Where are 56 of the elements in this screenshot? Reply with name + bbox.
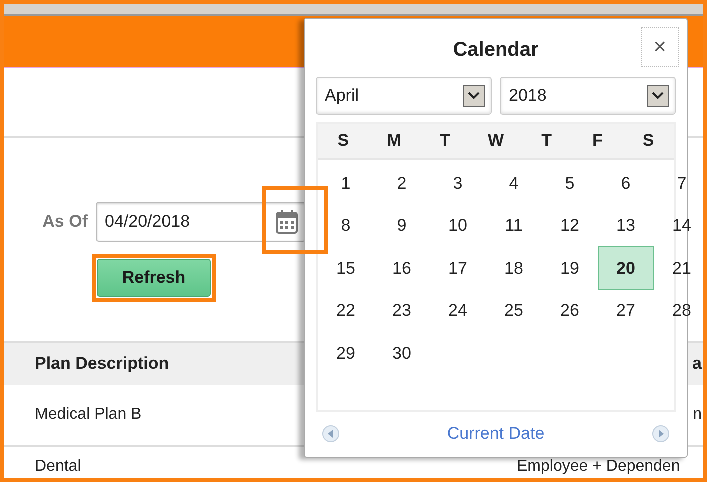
weekday-header: T — [438, 130, 452, 152]
caret-icon — [468, 92, 480, 100]
table-cell-text: Employee + Dependen — [517, 457, 682, 477]
popup-title: Calendar — [453, 39, 539, 61]
day-cell[interactable]: 21 — [654, 246, 703, 290]
day-cell[interactable]: 30 — [374, 331, 430, 376]
weekday-header: W — [486, 130, 506, 152]
day-cell[interactable]: 1 — [318, 161, 374, 206]
weekday-header: S — [642, 130, 656, 152]
day-cell[interactable]: 5 — [542, 161, 598, 206]
day-cell[interactable]: 9 — [374, 204, 430, 248]
day-cell[interactable]: 4 — [486, 161, 542, 206]
day-cell[interactable]: 11 — [486, 204, 542, 248]
day-cell[interactable]: 13 — [598, 204, 654, 248]
day-cell[interactable]: 19 — [542, 246, 598, 290]
day-cell[interactable]: 10 — [430, 204, 486, 248]
day-cell[interactable]: 6 — [598, 161, 654, 206]
table-cell-text: Dental — [35, 457, 82, 477]
caret-icon — [652, 92, 664, 100]
current-date-link[interactable]: Current Date — [447, 421, 545, 447]
day-cell[interactable]: 28 — [654, 288, 703, 333]
day-cell[interactable]: 2 — [374, 161, 430, 206]
day-cell[interactable]: 16 — [374, 246, 430, 290]
weekday-header: S — [336, 130, 350, 152]
weekday-header: T — [540, 130, 554, 152]
table-cell-text: Medical Plan B — [35, 405, 142, 425]
weekday-header: F — [592, 130, 604, 152]
column-header: Plan Description — [35, 353, 170, 376]
day-cell[interactable]: 17 — [430, 246, 486, 290]
day-cell[interactable]: 3 — [430, 161, 486, 206]
day-cell[interactable]: 14 — [654, 204, 703, 248]
column-header: a — [692, 353, 703, 376]
day-cell[interactable]: 22 — [318, 288, 374, 333]
refresh-button[interactable]: Refresh — [97, 259, 211, 297]
year-select[interactable]: 2018 — [500, 77, 676, 115]
day-cell[interactable]: 20 — [598, 246, 654, 290]
date-field[interactable]: 04/20/2018 — [96, 202, 306, 242]
field-label: As Of — [42, 211, 89, 234]
day-cell[interactable]: 25 — [486, 288, 542, 333]
day-cell[interactable]: 12 — [542, 204, 598, 248]
day-cell[interactable]: 7 — [654, 161, 703, 206]
previous-icon[interactable] — [322, 425, 340, 443]
next-icon[interactable] — [652, 425, 670, 443]
day-cell[interactable]: 8 — [318, 204, 374, 248]
weekday-header: M — [386, 130, 402, 152]
day-cell[interactable]: 23 — [374, 288, 430, 333]
day-cell[interactable]: 18 — [486, 246, 542, 290]
day-cell[interactable]: 26 — [542, 288, 598, 333]
table-cell-text: n — [693, 405, 703, 425]
day-cell[interactable]: 29 — [318, 331, 374, 376]
day-cell[interactable]: 27 — [598, 288, 654, 333]
day-cell[interactable]: 24 — [430, 288, 486, 333]
close-button[interactable]: × — [641, 27, 679, 67]
month-select[interactable]: April — [316, 77, 492, 115]
day-cell[interactable]: 15 — [318, 246, 374, 290]
calendar-icon[interactable] — [276, 210, 298, 234]
